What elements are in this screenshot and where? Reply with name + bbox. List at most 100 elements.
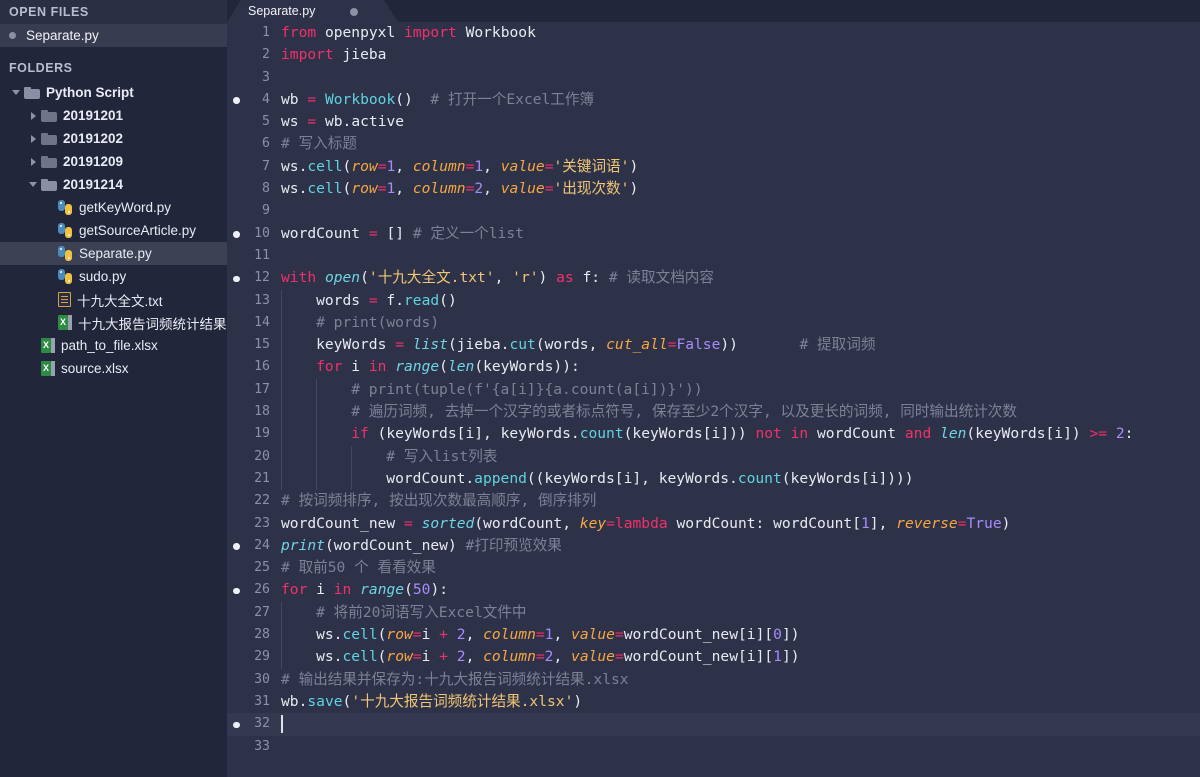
code-text: # 取前50 个 看看效果 [281, 557, 436, 579]
tree-item-label: Separate.py [79, 246, 152, 261]
line-number: 29 [227, 646, 270, 668]
code-line[interactable]: 31wb.save('十九大报告词频统计结果.xlsx') [227, 691, 1200, 713]
code-line[interactable]: 32 [227, 713, 1200, 735]
indent-guide [281, 356, 282, 378]
excel-file-icon: X [58, 315, 72, 330]
python-file-icon [58, 200, 73, 215]
code-line[interactable]: 22# 按词频排序, 按出现次数最高顺序, 倒序排列 [227, 490, 1200, 512]
line-number: 15 [227, 334, 270, 356]
code-line[interactable]: 19if (keyWords[i], keyWords.count(keyWor… [227, 423, 1200, 445]
code-line[interactable]: 5ws = wb.active [227, 111, 1200, 133]
code-line[interactable]: 25 # 取前50 个 看看效果 [227, 557, 1200, 579]
indent-guide [281, 423, 282, 445]
code-line[interactable]: 6# 写入标题 [227, 133, 1200, 155]
indent-guide [316, 401, 317, 423]
tree-item-20191209[interactable]: 20191209 [0, 150, 227, 173]
code-line[interactable]: 16for i in range(len(keyWords)): [227, 356, 1200, 378]
chevron-right-icon[interactable] [27, 104, 41, 127]
line-number: 16 [227, 356, 270, 378]
code-line[interactable]: 4wb = Workbook() # 打开一个Excel工作簿 [227, 89, 1200, 111]
code-text: if (keyWords[i], keyWords.count(keyWords… [351, 423, 1133, 445]
tree-item-label: getKeyWord.py [79, 200, 171, 215]
code-area[interactable]: 1from openpyxl import Workbook2import ji… [227, 22, 1200, 777]
code-line[interactable]: 30# 输出结果并保存为:十九大报告词频统计结果.xlsx [227, 669, 1200, 691]
line-number: 22 [227, 490, 270, 512]
tree-item-source-xlsx[interactable]: Xsource.xlsx [0, 357, 227, 380]
code-text: for i in range(50): [281, 579, 448, 601]
indent-guide [281, 602, 282, 624]
chevron-down-icon[interactable] [27, 173, 41, 196]
tree-item-path_to_file-xlsx[interactable]: Xpath_to_file.xlsx [0, 334, 227, 357]
open-file-item-separate[interactable]: Separate.py [0, 24, 227, 47]
chevron-right-icon[interactable] [27, 127, 41, 150]
editor-pane: Separate.py 1from openpyxl import Workbo… [227, 0, 1200, 777]
code-line[interactable]: 20# 写入list列表 [227, 446, 1200, 468]
code-line[interactable]: 3 [227, 67, 1200, 89]
code-text: wb.save('十九大报告词频统计结果.xlsx') [281, 691, 582, 713]
python-file-icon [58, 269, 73, 284]
tree-item--txt[interactable]: 十九大全文.txt [0, 288, 227, 311]
code-line[interactable]: 14# print(words) [227, 312, 1200, 334]
code-line[interactable]: 23wordCount_new = sorted(wordCount, key=… [227, 513, 1200, 535]
code-line[interactable]: 29ws.cell(row=i + 2, column=2, value=wor… [227, 646, 1200, 668]
tree-spacer [44, 196, 58, 219]
code-line[interactable]: 13words = f.read() [227, 290, 1200, 312]
line-number: 1 [227, 22, 270, 44]
code-line[interactable]: 26for i in range(50): [227, 579, 1200, 601]
code-line[interactable]: 10wordCount = [] # 定义一个list [227, 223, 1200, 245]
tree-item-separate-py[interactable]: Separate.py [0, 242, 227, 265]
tree-spacer [27, 334, 41, 357]
code-line[interactable]: 2import jieba [227, 44, 1200, 66]
tree-spacer [44, 219, 58, 242]
code-line[interactable]: 21wordCount.append((keyWords[i], keyWord… [227, 468, 1200, 490]
chevron-down-icon[interactable] [10, 81, 24, 104]
code-text: wordCount.append((keyWords[i], keyWords.… [386, 468, 913, 490]
tree-item-sudo-py[interactable]: sudo.py [0, 265, 227, 288]
code-line[interactable]: 18# 遍历词频, 去掉一个汉字的或者标点符号, 保存至少2个汉字, 以及更长的… [227, 401, 1200, 423]
code-line[interactable]: 33 [227, 736, 1200, 758]
code-line[interactable]: 12with open('十九大全文.txt', 'r') as f: # 读取… [227, 267, 1200, 289]
tab-label: Separate.py [248, 4, 315, 18]
tree-item-label: 20191202 [63, 131, 123, 146]
open-files-header: OPEN FILES [0, 0, 227, 24]
code-line[interactable]: 11 [227, 245, 1200, 267]
line-number: 25 [227, 557, 270, 579]
editor-window: OPEN FILES Separate.py FOLDERS Python Sc… [0, 0, 1200, 777]
code-line[interactable]: 7ws.cell(row=1, column=1, value='关键词语') [227, 156, 1200, 178]
code-text: print(wordCount_new) #打印预览效果 [281, 535, 562, 557]
indent-guide [316, 423, 317, 445]
code-text: # print(tuple(f'{a[i]}{a.count(a[i])}')) [351, 379, 702, 401]
code-line[interactable]: 28ws.cell(row=i + 2, column=1, value=wor… [227, 624, 1200, 646]
tree-item-20191214[interactable]: 20191214 [0, 173, 227, 196]
indent-guide [281, 334, 282, 356]
tree-spacer [44, 265, 58, 288]
line-number: 11 [227, 245, 270, 267]
tree-item-label: getSourceArticle.py [79, 223, 196, 238]
code-line[interactable]: 8ws.cell(row=1, column=2, value='出现次数') [227, 178, 1200, 200]
indent-guide [281, 624, 282, 646]
tree-item-getsourcearticle-py[interactable]: getSourceArticle.py [0, 219, 227, 242]
sidebar: OPEN FILES Separate.py FOLDERS Python Sc… [0, 0, 227, 777]
tab-separate-py[interactable]: Separate.py [227, 0, 412, 22]
code-line[interactable]: 15 keyWords = list(jieba.cut(words, cut_a… [227, 334, 1200, 356]
tree-item-python-script[interactable]: Python Script [0, 81, 227, 104]
tree-item-label: 20191201 [63, 108, 123, 123]
excel-file-icon: X [41, 338, 55, 353]
code-line[interactable]: 27# 将前20词语写入Excel文件中 [227, 602, 1200, 624]
code-line[interactable]: 9 [227, 200, 1200, 222]
tree-item-20191202[interactable]: 20191202 [0, 127, 227, 150]
unsaved-dot-icon[interactable] [350, 8, 358, 16]
tree-item-20191201[interactable]: 20191201 [0, 104, 227, 127]
line-number: 33 [227, 736, 270, 758]
code-line[interactable]: 24print(wordCount_new) #打印预览效果 [227, 535, 1200, 557]
chevron-right-icon[interactable] [27, 150, 41, 173]
code-line[interactable]: 1from openpyxl import Workbook [227, 22, 1200, 44]
indent-guide [351, 446, 352, 468]
code-text: keyWords = list(jieba.cut(words, cut_all… [316, 334, 875, 356]
unsaved-dot-icon [9, 32, 16, 39]
tree-item--xlsx[interactable]: X十九大报告词频统计结果.xlsx [0, 311, 227, 334]
tree-item-getkeyword-py[interactable]: getKeyWord.py [0, 196, 227, 219]
code-line[interactable]: 17 # print(tuple(f'{a[i]}{a.count(a[i])}'… [227, 379, 1200, 401]
line-number: 17 [227, 379, 270, 401]
tree-spacer [44, 242, 58, 265]
